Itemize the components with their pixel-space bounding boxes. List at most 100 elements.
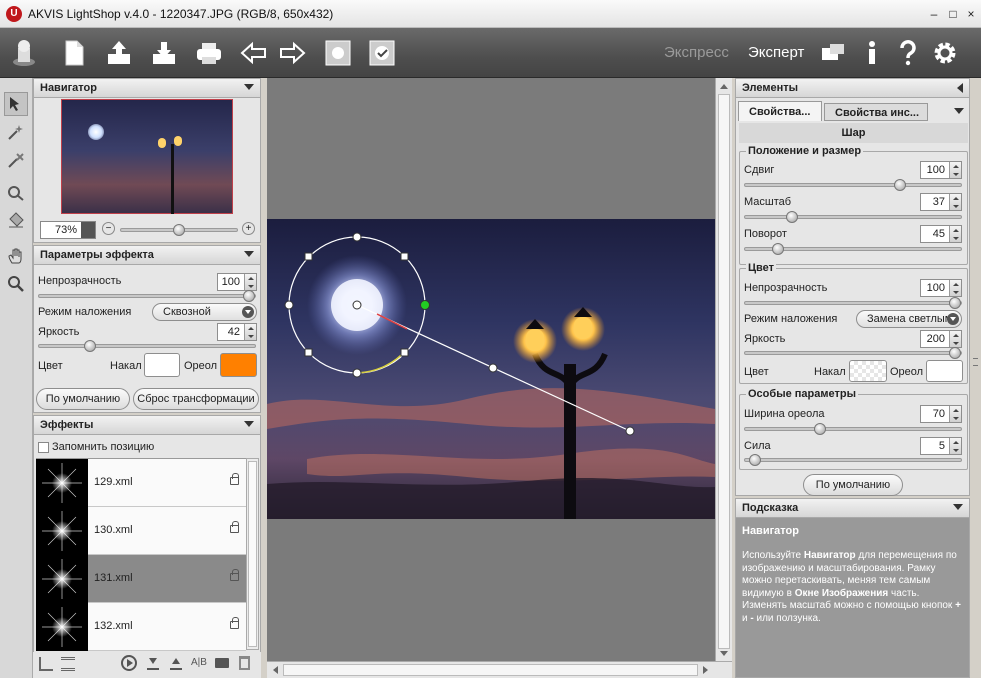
strength-slider[interactable] [744, 454, 962, 466]
glow-color-swatch[interactable] [849, 360, 887, 382]
scroll-down-icon[interactable] [720, 651, 728, 656]
image-window[interactable] [267, 219, 715, 519]
glow-color-swatch[interactable] [144, 353, 180, 377]
collapse-arrow-icon[interactable] [244, 251, 254, 257]
trash-icon[interactable] [239, 656, 250, 670]
reset-transform-button[interactable]: Сброс трансформации [133, 388, 259, 410]
zoom-slider[interactable] [120, 224, 238, 236]
chevron-down-icon[interactable] [947, 313, 959, 325]
spin-arrows[interactable] [949, 406, 961, 422]
collapse-arrow-icon[interactable] [953, 504, 963, 510]
brightness-spinbox[interactable]: 200 [920, 330, 962, 348]
zoom-tool-icon[interactable] [4, 272, 28, 296]
slider-knob[interactable] [786, 211, 798, 223]
effect-params-header[interactable]: Параметры эффекта [34, 246, 260, 265]
home-icon[interactable] [6, 35, 42, 71]
hand-tool-icon[interactable] [4, 244, 28, 268]
brightness-slider[interactable] [744, 347, 962, 359]
export-icon[interactable] [170, 656, 182, 670]
tree-view-icon[interactable] [39, 657, 53, 671]
vertical-scrollbar[interactable] [715, 78, 732, 661]
chevron-down-icon[interactable] [242, 306, 254, 318]
spin-arrows[interactable] [244, 324, 256, 340]
effects-scrollbar-thumb[interactable] [248, 461, 257, 647]
spin-arrows[interactable] [949, 331, 961, 347]
halo-width-spinbox[interactable]: 70 [920, 405, 962, 423]
default-button[interactable]: По умолчанию [36, 388, 130, 410]
strength-spinbox[interactable]: 5 [920, 437, 962, 455]
help-icon[interactable] [890, 35, 926, 71]
panel-splitter[interactable] [970, 78, 981, 496]
zoom-in-button[interactable]: + [242, 222, 255, 235]
move-tool-icon[interactable] [4, 92, 28, 116]
remember-position-checkbox[interactable] [38, 442, 49, 453]
lock-icon[interactable] [230, 473, 239, 485]
spin-arrows[interactable] [244, 274, 256, 290]
zoom-slider-knob[interactable] [173, 224, 185, 236]
opacity-spinbox[interactable]: 100 [217, 273, 257, 291]
lock-icon[interactable] [230, 521, 239, 533]
undo-icon[interactable] [236, 35, 272, 71]
halo-color-swatch[interactable] [926, 360, 963, 382]
halo-color-swatch[interactable] [220, 353, 257, 377]
save-file-icon[interactable] [146, 35, 182, 71]
collapse-arrow-icon[interactable] [244, 421, 254, 427]
spin-arrows[interactable] [949, 194, 961, 210]
slider-knob[interactable] [772, 243, 784, 255]
add-flare-tool-icon[interactable] [4, 120, 28, 144]
axis-end-handle[interactable] [625, 426, 635, 436]
top-handle[interactable] [352, 232, 362, 242]
redo-icon[interactable] [274, 35, 310, 71]
slider-knob[interactable] [814, 423, 826, 435]
elements-header[interactable]: Элементы [736, 79, 969, 98]
blend-mode-select[interactable]: Сквозной [152, 303, 257, 321]
play-icon[interactable] [121, 655, 137, 671]
spin-arrows[interactable] [949, 280, 961, 296]
minimize-button[interactable]: – [925, 6, 943, 22]
open-file-icon[interactable] [101, 35, 137, 71]
splitter-grip-icon[interactable] [973, 358, 978, 366]
rotate-slider[interactable] [744, 243, 962, 255]
effects-header[interactable]: Эффекты [34, 416, 260, 435]
blend-mode-select[interactable]: Замена светлым [856, 310, 962, 328]
corner-handle[interactable] [400, 348, 409, 357]
mode-express-tab[interactable]: Экспресс [664, 44, 729, 61]
corner-handle[interactable] [304, 252, 313, 261]
collapse-arrow-icon[interactable] [957, 83, 963, 93]
settings-icon[interactable] [927, 35, 963, 71]
horizontal-scroll-thumb[interactable] [283, 664, 698, 676]
center-handle[interactable] [352, 300, 362, 310]
remove-flare-tool-icon[interactable] [4, 148, 28, 172]
compare-icon[interactable]: A|B [191, 657, 207, 668]
tab-properties[interactable]: Свойства... [738, 101, 822, 121]
zoom-dropdown-icon[interactable] [81, 222, 95, 238]
effect-list-item[interactable]: 129.xml [36, 459, 246, 507]
halo-width-slider[interactable] [744, 423, 962, 435]
scale-spinbox[interactable]: 37 [920, 193, 962, 211]
list-view-icon[interactable] [61, 657, 75, 671]
scroll-right-icon[interactable] [703, 666, 708, 674]
left-handle[interactable] [284, 300, 294, 310]
close-button[interactable]: × [962, 6, 980, 22]
hint-header[interactable]: Подсказка [736, 499, 969, 518]
navigator-header[interactable]: Навигатор [34, 79, 260, 98]
import-icon[interactable] [147, 656, 159, 670]
slider-knob[interactable] [894, 179, 906, 191]
spin-arrows[interactable] [949, 162, 961, 178]
rotate-spinbox[interactable]: 45 [920, 225, 962, 243]
slider-knob[interactable] [243, 290, 255, 302]
axis-mid-handle[interactable] [488, 363, 498, 373]
maximize-button[interactable]: □ [944, 6, 962, 22]
brightness-slider[interactable] [38, 340, 256, 352]
slider-knob[interactable] [749, 454, 761, 466]
scroll-left-icon[interactable] [273, 666, 278, 674]
panels-icon[interactable] [815, 35, 851, 71]
corner-handle[interactable] [304, 348, 313, 357]
folder-icon[interactable] [215, 658, 229, 668]
spin-arrows[interactable] [949, 226, 961, 242]
shift-slider[interactable] [744, 179, 962, 191]
vertical-scroll-thumb[interactable] [718, 94, 730, 649]
new-file-icon[interactable] [56, 35, 92, 71]
horizontal-scrollbar[interactable] [267, 661, 732, 678]
right-handle-active[interactable] [420, 300, 430, 310]
